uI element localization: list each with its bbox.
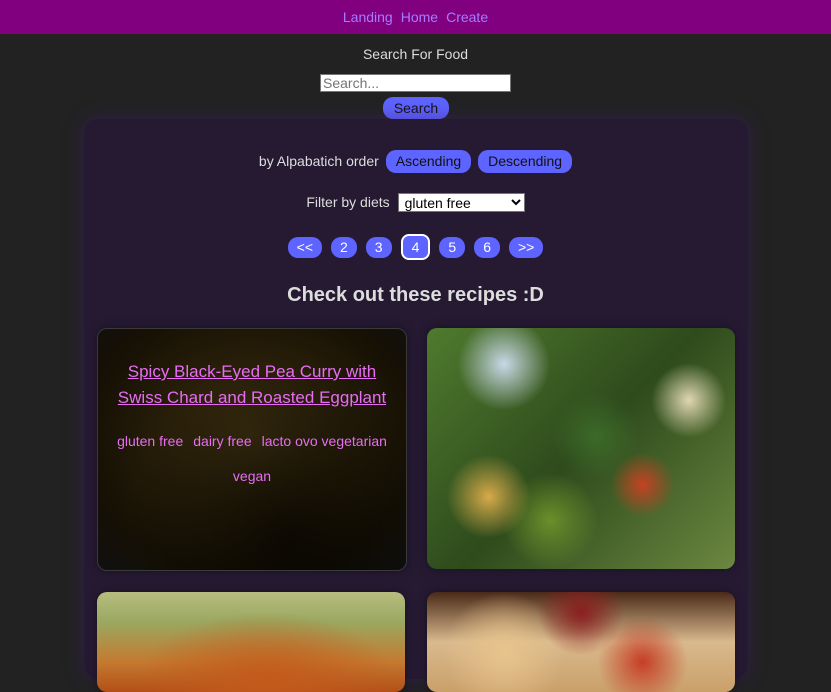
diet-tag: vegan	[232, 468, 272, 484]
page-button[interactable]: 6	[474, 236, 500, 258]
page-next-button[interactable]: >>	[508, 236, 544, 258]
page-button[interactable]: 3	[365, 236, 392, 258]
diet-filter: Filter by diets gluten free	[0, 191, 831, 213]
recipe-diets: gluten free dairy free lacto ovo vegetar…	[106, 430, 398, 487]
diet-select[interactable]: gluten free	[397, 192, 525, 212]
recipe-card[interactable]: Spicy Black-Eyed Pea Curry with Swiss Ch…	[97, 328, 407, 571]
sort-descending-button[interactable]: Descending	[478, 149, 573, 173]
diet-tag: dairy free	[193, 433, 252, 449]
page-heading: Check out these recipes :D	[287, 284, 544, 306]
diet-filter-label: Filter by diets	[306, 194, 390, 210]
search-label: Search For Food	[362, 46, 469, 62]
sort-label: by Alpabatich order	[258, 153, 379, 169]
page-prev-button[interactable]: <<	[287, 236, 322, 258]
sort-controls: by Alpabatich order Ascending Descending	[0, 149, 831, 173]
page-button-current[interactable]: 4	[400, 234, 431, 260]
page-button[interactable]: 5	[439, 236, 466, 258]
nav-link-home[interactable]: Home	[401, 9, 438, 25]
recipe-title-link[interactable]: Spicy Black-Eyed Pea Curry with Swiss Ch…	[108, 359, 396, 411]
recipe-card-image[interactable]	[427, 592, 735, 692]
nav-link-landing[interactable]: Landing	[343, 9, 393, 25]
search-input[interactable]	[320, 74, 511, 92]
page-button[interactable]: 2	[331, 236, 357, 258]
nav-link-create[interactable]: Create	[446, 9, 488, 25]
sort-ascending-button[interactable]: Ascending	[385, 149, 472, 173]
recipe-card-image[interactable]	[427, 328, 735, 569]
top-nav: Landing Home Create	[0, 0, 831, 34]
recipe-card-image[interactable]	[97, 592, 405, 692]
diet-tag: lacto ovo vegetarian	[261, 433, 387, 449]
search-button[interactable]: Search	[383, 97, 449, 119]
diet-tag: gluten free	[117, 433, 184, 449]
pagination: << 2 3 4 5 6 >>	[0, 234, 831, 260]
